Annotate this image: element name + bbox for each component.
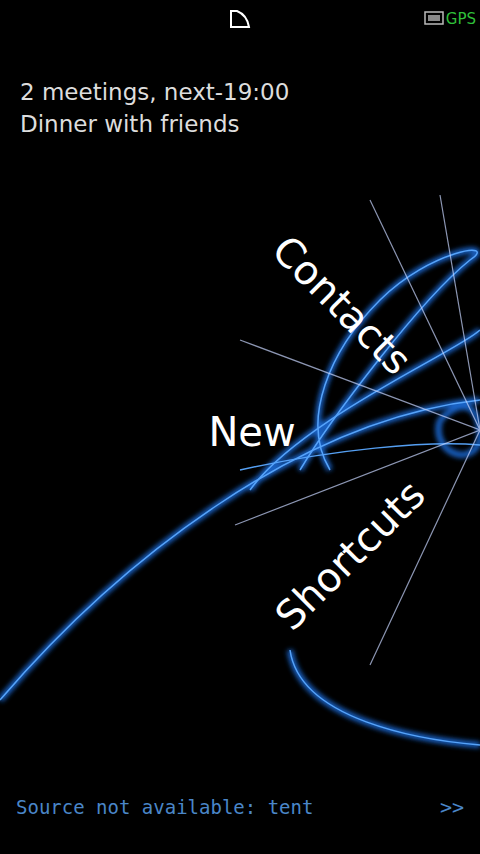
gps-indicator: GPS bbox=[424, 10, 476, 28]
ticker-text: Source not available: tent bbox=[16, 796, 313, 818]
agenda[interactable]: 2 meetings, next-19:00 Dinner with friend… bbox=[0, 44, 480, 138]
ticker: Source not available: tent >> bbox=[0, 784, 480, 854]
home-screen: Contacts New Shortcuts GPS 2 meetings, next-… bbox=[0, 0, 480, 854]
status-bar: GPS bbox=[0, 0, 480, 44]
profile-icon bbox=[229, 9, 251, 29]
menu-item[interactable]: New bbox=[208, 409, 295, 455]
next-button[interactable]: >> bbox=[440, 795, 464, 819]
agenda-line: 2 meetings, next-19:00 bbox=[20, 78, 460, 106]
menu-item[interactable]: Shortcuts bbox=[266, 471, 434, 639]
device-icon bbox=[424, 11, 444, 27]
menu-item[interactable]: Contacts bbox=[263, 226, 420, 383]
agenda-line: Dinner with friends bbox=[20, 110, 460, 138]
